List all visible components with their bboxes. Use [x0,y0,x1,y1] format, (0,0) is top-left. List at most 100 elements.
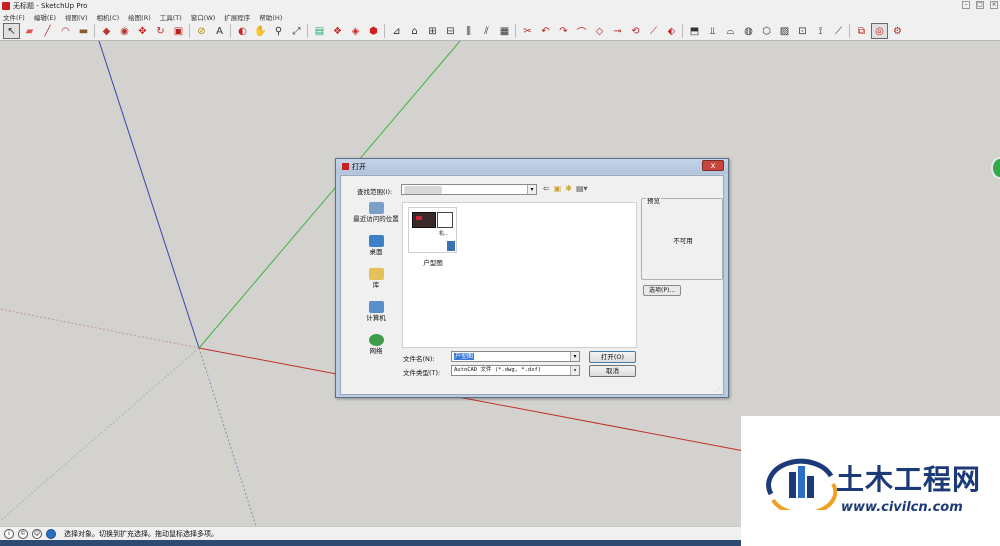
extension-tool-icon[interactable]: ⬒ [686,23,703,39]
menu-file[interactable]: 文件(F) [3,12,25,22]
extension-tool-icon[interactable]: ⬖ [663,23,680,39]
menu-extensions[interactable]: 扩展程序 [224,12,250,22]
eraser-icon[interactable]: ▰ [21,23,38,39]
recent-places-icon [368,202,384,214]
chevron-down-icon[interactable]: ▾ [570,352,579,361]
follow-me-icon[interactable]: ◉ [116,23,133,39]
chevron-down-icon[interactable]: ▾ [527,185,536,194]
extension-tool-icon[interactable]: ⌒ [573,23,590,39]
menu-help[interactable]: 帮助(H) [259,12,282,22]
extension-tool-icon[interactable]: ⬡ [758,23,775,39]
components-icon[interactable]: ❖ [329,23,346,39]
place-desktop[interactable]: 桌面 [351,235,401,268]
menu-edit[interactable]: 编辑(E) [34,12,56,22]
select-arrow-icon[interactable]: ↖ [3,23,20,39]
credits-icon[interactable]: © [18,528,28,539]
filetype-select[interactable]: AutoCAD 文件 (*.dwg, *.dxf) ▾ [451,365,580,376]
help-icon[interactable] [46,528,56,539]
arc-icon[interactable]: ◠ [57,23,74,39]
desktop-icon [368,235,384,247]
menu-window[interactable]: 窗口(W) [191,12,216,22]
menu-tools[interactable]: 工具(T) [160,12,182,22]
menu-camera[interactable]: 相机(C) [97,12,120,22]
options-button[interactable]: 选项(P)... [643,285,681,296]
toolbar-separator [515,24,517,38]
extension-tool-icon[interactable]: ▦ [496,23,513,39]
extension-tool-icon[interactable]: ⊟ [442,23,459,39]
pan-icon[interactable]: ✋ [252,23,269,39]
extension-tool-icon[interactable]: ⟲ [627,23,644,39]
extension-tool-icon[interactable]: ⊞ [424,23,441,39]
menu-draw[interactable]: 绘图(R) [128,12,151,22]
close-window-icon[interactable]: × [990,1,998,9]
scale-icon[interactable]: ▣ [170,23,187,39]
tape-measure-icon[interactable]: ⊘ [193,23,210,39]
toolbar-separator [230,24,232,38]
extension-tool-icon[interactable]: ↷ [555,23,572,39]
place-label: 桌面 [369,248,383,256]
extension-tool-icon[interactable]: ⌓ [722,23,739,39]
file-list[interactable]: 机... 户型图 [402,202,637,348]
rectangle-icon[interactable]: ▬ [75,23,92,39]
extension-tool-icon[interactable]: ⟋ [830,23,847,39]
filename-label: 文件名(N): [403,355,435,363]
orbit-icon[interactable]: ◐ [234,23,251,39]
dialog-title-bar: 打开 [336,159,728,174]
open-button[interactable]: 打开(O) [589,351,636,363]
extension-tool-icon[interactable]: ↶ [537,23,554,39]
user-icon[interactable]: ☺ [32,528,42,539]
minimize-icon[interactable]: – [962,1,970,9]
toolbar-separator [849,24,851,38]
up-folder-icon[interactable]: ▣ [554,184,562,193]
warehouse-icon[interactable]: ⬢ [365,23,382,39]
extension-tool-icon[interactable]: ◍ [740,23,757,39]
cancel-button[interactable]: 取消 [589,365,636,377]
place-recent[interactable]: 最近访问的位置 [351,202,401,235]
new-folder-icon[interactable]: ✱ [565,184,572,193]
maximize-icon[interactable]: □ [976,1,984,9]
file-item[interactable]: 机... 户型图 [408,207,458,267]
toolbar-separator [94,24,96,38]
dialog-title: 打开 [352,162,366,171]
extension-tool-icon[interactable]: ⊿ [388,23,405,39]
pencil-line-icon[interactable]: ╱ [39,23,56,39]
filename-value: 户型图 [454,353,475,360]
zoom-extents-icon[interactable]: ⤢ [288,23,305,39]
section-plane-icon[interactable]: ▤ [311,23,328,39]
thumbnail-image [412,212,436,228]
extension-tool-icon[interactable]: ⫫ [704,23,721,39]
filename-input[interactable]: 户型图 ▾ [451,351,580,362]
place-computer[interactable]: 计算机 [351,301,401,334]
place-library[interactable]: 库 [351,268,401,301]
look-in-dropdown[interactable]: ▾ [401,184,537,195]
chevron-down-icon[interactable]: ▾ [570,366,579,375]
extension-tool-icon[interactable]: ⫼ [460,23,477,39]
back-arrow-icon[interactable]: ⇐ [543,184,550,193]
view-menu-icon[interactable]: ▤▾ [576,184,588,193]
rotate-icon[interactable]: ↻ [152,23,169,39]
extension-tool-icon[interactable]: ◇ [591,23,608,39]
extension-manager-icon[interactable]: ◎ [871,23,888,39]
text-icon[interactable]: A [211,23,228,39]
extension-tool-icon[interactable]: ⟟ [812,23,829,39]
extension-tool-icon[interactable]: ⊸ [609,23,626,39]
zoom-icon[interactable]: ⚲ [270,23,287,39]
extension-tool-icon[interactable]: ⌂ [406,23,423,39]
extension-tool-icon[interactable]: ⫽ [478,23,495,39]
materials-icon[interactable]: ◈ [347,23,364,39]
extension-tool-icon[interactable]: ▨ [776,23,793,39]
resize-grip-icon[interactable]: ⋰ [716,387,722,393]
settings-icon[interactable]: ⚙ [889,23,906,39]
extension-tool-icon[interactable]: ✂ [519,23,536,39]
place-network[interactable]: 网络 [351,334,401,367]
push-pull-icon[interactable]: ◆ [98,23,115,39]
file-type-badge-icon [447,241,455,251]
extension-tool-icon[interactable]: ⟋ [645,23,662,39]
info-icon[interactable]: i [4,528,14,539]
library-icon [368,268,384,280]
dialog-close-button[interactable]: x [702,160,724,171]
ruby-console-icon[interactable]: ⧉ [853,23,870,39]
menu-view[interactable]: 视图(V) [65,12,88,22]
move-icon[interactable]: ✥ [134,23,151,39]
extension-tool-icon[interactable]: ⊡ [794,23,811,39]
